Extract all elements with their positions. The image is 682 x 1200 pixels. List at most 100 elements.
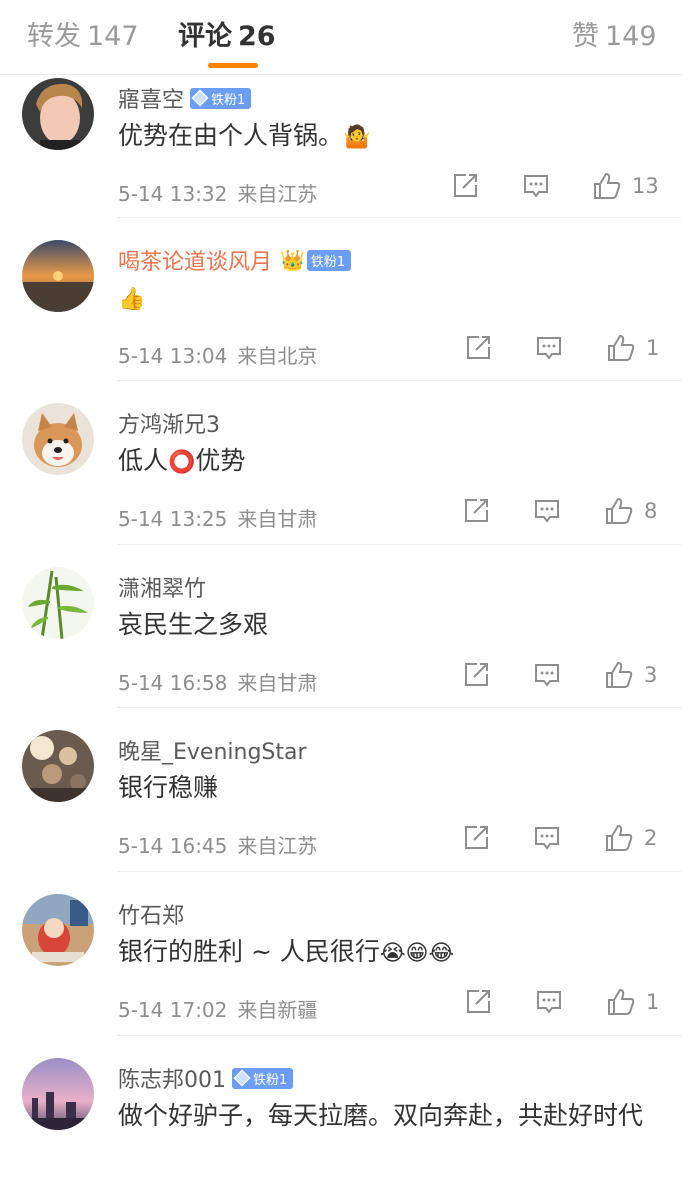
thumbs-up-icon [608,988,635,1015]
comment-bubble-icon [524,175,548,198]
comment-time: 5-14 17:02 [118,998,228,1022]
like-button[interactable]: 2 [604,822,657,854]
comment-item: 喝茶论道谈风月 👑 铁粉1 👍 5-14 13:04 来自北京 1 [0,240,682,381]
comment-bubble-icon [535,500,559,523]
like-button[interactable]: 1 [606,986,659,1018]
comment-text: 👍 [118,280,663,318]
username[interactable]: 陈志邦001 [118,1062,226,1094]
comment-item: 竹石郑 银行的胜利 ~ 人民很行😭😁😂 5-14 17:02 来自新疆 1 [0,894,682,1036]
thumbs-up-icon [606,661,633,688]
tab-repost-label: 转发 [27,21,81,52]
username[interactable]: 寤喜空 [118,82,184,114]
comment-tab-bar: 转发 147 评论 26 赞 149 [0,0,682,75]
badge-label: 铁粉1 [253,1072,288,1088]
repost-button[interactable] [464,332,492,364]
comment-item: 方鸿渐兄3 低人⭕优势 5-14 13:25 来自甘肃 8 [0,403,682,545]
share-box-icon [465,499,488,522]
tab-comments-count: 26 [238,21,276,52]
avatar[interactable] [22,567,94,639]
tab-likes-count: 149 [605,21,657,52]
like-count: 2 [644,826,658,850]
reply-button[interactable] [533,822,561,854]
active-tab-indicator [208,63,258,68]
like-button[interactable]: 8 [604,495,657,527]
comment-meta: 5-14 17:02 来自新疆 [118,994,317,1023]
like-count: 13 [632,174,659,198]
repost-button[interactable] [462,495,490,527]
username[interactable]: 晚星_EveningStar [118,734,307,766]
thumbs-up-icon [608,334,635,361]
avatar[interactable] [22,78,94,150]
comment-meta: 5-14 13:04 来自北京 [118,340,317,369]
like-count: 1 [646,990,660,1014]
reply-button[interactable] [522,170,550,202]
divider [117,544,682,545]
like-count: 1 [646,336,660,360]
username[interactable]: 竹石郑 [118,898,184,930]
tab-comments-label: 评论 [178,21,232,52]
divider [117,871,682,872]
comment-time: 5-14 16:58 [118,671,228,695]
comment-location: 来自江苏 [237,182,318,206]
divider [117,707,682,708]
comment-text: 银行稳赚 [118,770,663,806]
repost-button[interactable] [451,170,479,202]
repost-button[interactable] [462,822,490,854]
username[interactable]: 方鸿渐兄3 [118,407,220,439]
reply-button[interactable] [535,332,563,364]
thumbs-up-icon [606,497,633,524]
comment-meta: 5-14 16:58 来自甘肃 [118,667,317,696]
fan-badge[interactable]: 铁粉1 [306,249,352,271]
comment-bubble-icon [535,664,559,687]
comment-location: 来自新疆 [237,998,318,1022]
tab-likes[interactable]: 赞 149 [572,14,657,53]
fan-badge[interactable]: 铁粉1 [190,87,252,109]
username[interactable]: 潇湘翠竹 [118,571,206,603]
thumbs-up-icon [594,172,621,199]
tab-repost-count: 147 [87,21,139,52]
avatar[interactable] [22,730,94,802]
comment-text: 优势在由个人背锅。🤷 [118,118,663,156]
thumbs-up-emoji-icon: 👍 [118,287,146,312]
share-box-icon [465,826,488,849]
repost-button[interactable] [462,659,490,691]
like-button[interactable]: 13 [592,170,659,202]
diamond-icon [233,1069,251,1087]
avatar[interactable] [22,1058,94,1130]
share-box-icon [465,663,488,686]
username[interactable]: 喝茶论道谈风月 [118,244,272,276]
thumbs-up-icon [606,824,633,851]
share-box-icon [467,336,490,359]
tab-likes-label: 赞 [572,21,599,52]
red-circle-emoji-icon: ⭕ [168,450,196,475]
comment-text-content-2: 优势 [195,446,246,475]
share-box-icon [467,990,490,1013]
tab-comments[interactable]: 评论 26 [178,14,276,53]
avatar[interactable] [22,240,94,312]
avatar[interactable] [22,894,94,966]
fan-badge[interactable]: 铁粉1 [232,1067,294,1089]
comment-text-content: 银行的胜利 ~ 人民很行 [118,937,380,966]
comment-text-content: 哀民生之多艰 [118,610,269,639]
comment-meta: 5-14 13:32 来自江苏 [118,178,317,207]
like-count: 8 [644,499,658,523]
comment-text-content: 银行稳赚 [118,773,219,802]
badge-label: 铁粉1 [211,92,246,108]
tab-repost[interactable]: 转发 147 [27,14,139,53]
comment-item: 寤喜空 铁粉1 优势在由个人背锅。🤷 5-14 13:32 来自江苏 13 [0,78,682,218]
divider [117,380,682,381]
reply-button[interactable] [535,986,563,1018]
reply-button[interactable] [533,495,561,527]
comment-text-content: 做个好驴子，每天拉磨。双向奔赴，共赴好时代 [118,1101,644,1130]
crown-icon: 👑 [280,248,305,272]
divider [117,217,682,218]
like-count: 3 [644,663,658,687]
avatar[interactable] [22,403,94,475]
repost-button[interactable] [464,986,492,1018]
comment-time: 5-14 13:32 [118,182,228,206]
comment-item: 陈志邦001 铁粉1 做个好驴子，每天拉磨。双向奔赴，共赴好时代 [0,1058,682,1200]
like-button[interactable]: 1 [606,332,659,364]
reply-button[interactable] [533,659,561,691]
like-button[interactable]: 3 [604,659,657,691]
comment-text: 低人⭕优势 [118,443,663,481]
